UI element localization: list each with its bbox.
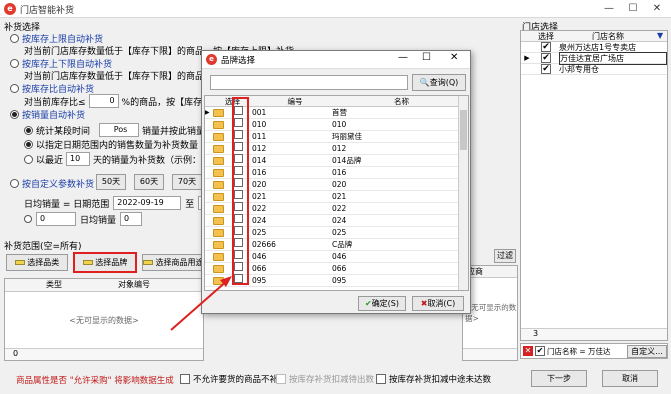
arrow-line bbox=[170, 279, 229, 331]
annotation-arrow bbox=[170, 276, 232, 331]
